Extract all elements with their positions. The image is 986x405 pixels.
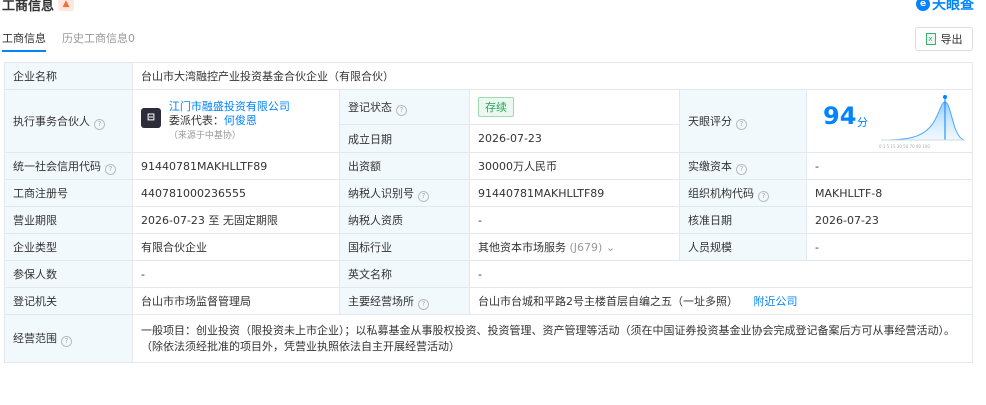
logo-icon: e [916,0,930,11]
svg-text:0 1 5 15 30 50 70 90 100: 0 1 5 15 30 50 70 90 100 [879,144,930,149]
scope-value: 一般项目：创业投资（限投资未上市企业）；以私募基金从事股权投资、投资管理、资产管… [132,314,973,363]
authority-label: 登记机关 [4,287,133,315]
partner-rep-link[interactable]: 何俊恩 [224,114,257,127]
score-value: 94 [823,102,857,130]
tax-value: 91440781MAKHLLTF89 [469,179,680,207]
score-unit: 分 [857,116,868,129]
taxpayer-value: - [469,206,680,234]
org-code-label: 组织机构代码 [688,186,754,200]
industry-label: 国标行业 [339,233,470,261]
table-row: 登记机关 台山市市场监督管理局 主要经营场所? 台山市台城和平路2号主楼首层自编… [4,287,973,315]
help-icon[interactable]: ? [418,190,429,202]
scope-label: 经营范围 [13,332,57,345]
company-name-label: 企业名称 [4,62,133,90]
tab-bar: 工商信息 历史工商信息0 [2,30,151,52]
partner-logo-icon: ⊟ [141,107,161,128]
help-icon[interactable]: ? [396,104,407,116]
score-label: 天眼评分 [688,114,732,128]
industry-value: 其他资本市场服务 [478,241,566,254]
address-label: 主要经营场所 [348,294,414,308]
help-icon[interactable]: ? [105,163,116,175]
en-name-value: - [469,260,973,288]
score-label-cell: 天眼评分? [679,89,807,153]
authority-value: 台山市市场监督管理局 [132,287,340,315]
taxpayer-label: 纳税人资质 [339,206,470,234]
partner-rep-prefix: 委派代表： [168,113,224,127]
term-value: 2026-07-23 至 无固定期限 [132,206,340,234]
found-date-value: 2026-07-23 [469,124,680,153]
staff-label: 人员规模 [679,233,807,261]
capital-value: 30000万人民币 [469,152,680,180]
reg-no-value: 440781000236555 [132,179,340,207]
capital-label: 出资额 [339,152,470,180]
help-icon[interactable]: ? [758,190,769,202]
table-row: 工商注册号 440781000236555 纳税人识别号? 91440781MA… [4,179,973,207]
score-distribution-chart: 0 1 5 15 30 50 70 90 100 [879,95,966,149]
paid-label: 实缴资本 [688,159,732,173]
table-row: 参保人数 - 英文名称 - [4,260,973,288]
credit-code-label-cell: 统一社会信用代码? [4,152,133,180]
section-title: 工商信息 [2,0,55,14]
tax-label-cell: 纳税人识别号? [339,179,470,207]
tab-business-info[interactable]: 工商信息 [2,30,46,52]
partner-label-cell: 执行事务合伙人? [4,89,133,153]
tianyancha-logo[interactable]: e 天眼查 [916,0,974,13]
scope-label-cell: 经营范围? [4,314,133,363]
table-row: 经营范围? 一般项目：创业投资（限投资未上市企业）；以私募基金从事股权投资、投资… [4,314,973,363]
export-button[interactable]: x 导出 [915,27,973,51]
excel-icon: x [925,33,936,45]
address-cell: 台山市台城和平路2号主楼首层自编之五（一址多照） 附近公司 [469,287,973,315]
industry-code: (J679) [569,241,603,254]
status-badge: 存续 [478,97,514,117]
help-icon[interactable]: ? [418,298,429,310]
address-label-cell: 主要经营场所? [339,287,470,315]
insured-value: - [132,260,340,288]
approve-label: 核准日期 [679,206,807,234]
type-value: 有限合伙企业 [132,233,340,261]
table-row: 统一社会信用代码? 91440781MAKHLLTF89 出资额 30000万人… [4,152,973,180]
nearby-companies-link[interactable]: 附近公司 [754,295,798,308]
partner-label: 执行事务合伙人 [13,114,90,128]
help-icon[interactable]: ? [61,336,72,347]
export-label: 导出 [940,33,963,46]
fire-icon: ▲ [58,0,75,11]
credit-code-label: 统一社会信用代码 [13,159,101,173]
term-label: 营业期限 [4,206,133,234]
help-icon[interactable]: ? [736,163,747,175]
chevron-down-icon: ⌄ [605,241,616,254]
address-value: 台山市台城和平路2号主楼首层自编之五（一址多照） [478,295,738,308]
logo-text: 天眼查 [932,0,974,13]
partner-rep-note: （来源于中基协） [168,130,241,141]
approve-value: 2026-07-23 [806,206,973,234]
type-label: 企业类型 [4,233,133,261]
found-date-label: 成立日期 [339,124,470,153]
org-code-value: MAKHLLTF-8 [806,179,973,207]
en-name-label: 英文名称 [339,260,470,288]
section-header: 工商信息 ▲ [2,0,75,14]
paid-value: - [806,152,973,180]
credit-code-value: 91440781MAKHLLTF89 [132,152,340,180]
table-row: 企业类型 有限合伙企业 国标行业 其他资本市场服务 (J679) ⌄ 人员规模 … [4,233,973,261]
help-icon[interactable]: ? [94,118,105,130]
reg-status-cell: 存续 [469,89,680,125]
paid-label-cell: 实缴资本? [679,152,807,180]
reg-status-label: 登记状态 [348,100,392,114]
business-info-table: 企业名称 台山市大湾融控产业投资基金合伙企业（有限合伙） 执行事务合伙人? ⊟ … [4,62,973,363]
table-row: 执行事务合伙人? ⊟ 江门市融盛投资有限公司 委派代表：何俊恩 （来源于中基协）… [4,89,973,153]
partner-name-link[interactable]: 江门市融盛投资有限公司 [169,100,331,114]
score-cell[interactable]: 94 分 0 1 5 15 30 50 70 90 100 [806,89,973,153]
reg-status-label-cell: 登记状态? [339,89,470,125]
company-name-value: 台山市大湾融控产业投资基金合伙企业（有限合伙） [132,62,973,90]
industry-cell[interactable]: 其他资本市场服务 (J679) ⌄ [469,233,680,261]
reg-no-label: 工商注册号 [4,179,133,207]
partner-cell: ⊟ 江门市融盛投资有限公司 委派代表：何俊恩 （来源于中基协） [132,89,340,153]
insured-label: 参保人数 [4,260,133,288]
tab-history-business-info[interactable]: 历史工商信息0 [62,30,135,52]
staff-value: - [806,233,973,261]
tax-label: 纳税人识别号 [348,186,414,200]
help-icon[interactable]: ? [736,118,747,130]
table-row: 企业名称 台山市大湾融控产业投资基金合伙企业（有限合伙） [4,62,973,90]
table-row: 营业期限 2026-07-23 至 无固定期限 纳税人资质 - 核准日期 202… [4,206,973,234]
org-code-label-cell: 组织机构代码? [679,179,807,207]
